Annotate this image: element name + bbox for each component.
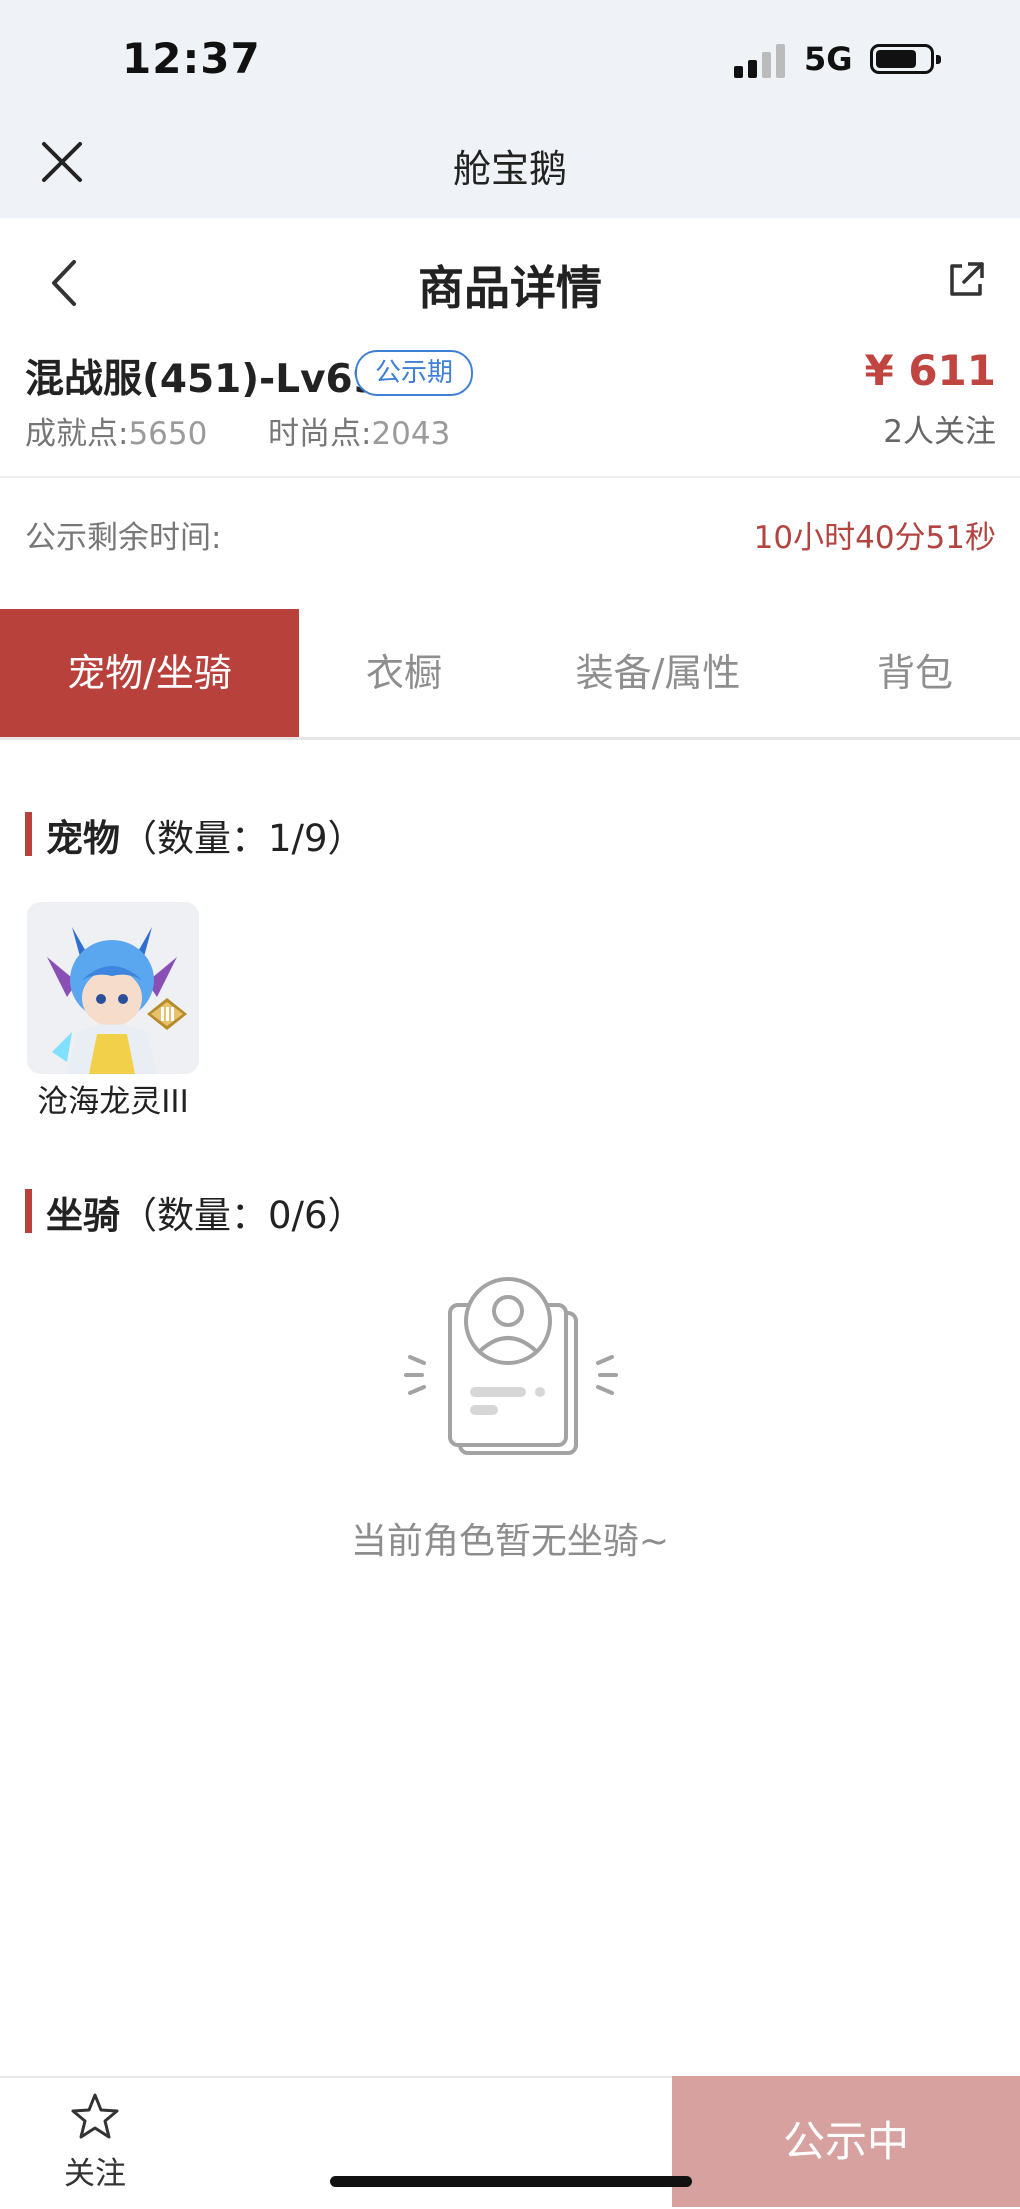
follow-button[interactable]: 关注 [50, 2092, 140, 2192]
page-title: 商品详情 [418, 261, 602, 315]
pets-section-title: 宠物（数量：1/9） [46, 808, 365, 862]
tab-equipment[interactable]: 装备/属性 [528, 609, 788, 737]
pet-name: 沧海龙灵III [37, 1084, 189, 1120]
star-icon [71, 2093, 119, 2139]
tab-bar: 宠物/坐骑 衣橱 装备/属性 背包 [0, 609, 1020, 740]
tab-wardrobe[interactable]: 衣橱 [299, 609, 509, 737]
watcher-count: 2人关注 [883, 414, 996, 450]
mounts-section-title: 坐骑（数量：0/6） [46, 1185, 365, 1239]
publicity-status-button[interactable]: 公示中 [672, 2076, 1020, 2207]
fashion-label: 时尚点: [268, 416, 372, 452]
empty-state-text: 当前角色暂无坐骑~ [350, 1521, 670, 1562]
mini-program-title: 舱宝鹅 [452, 147, 567, 191]
section-marker [25, 1189, 32, 1233]
price: ¥ 611 [864, 346, 996, 395]
pet-avatar-image [27, 902, 199, 1074]
server-level: 混战服(451)-Lv69 [25, 357, 380, 402]
home-indicator[interactable] [330, 2176, 692, 2187]
mounts-title: 坐骑 [46, 1194, 120, 1237]
fashion-value: 2043 [371, 416, 451, 452]
share-icon[interactable] [946, 260, 986, 300]
remaining-time-value: 10小时40分51秒 [753, 520, 996, 556]
follow-label: 关注 [64, 2156, 126, 2192]
fashion-points: 时尚点:2043 [268, 408, 450, 453]
status-badge: 公示期 [355, 350, 474, 396]
status-time: 12:37 [122, 34, 261, 83]
achievement-value: 5650 [128, 416, 208, 452]
network-type: 5G [804, 40, 853, 78]
pet-card[interactable] [27, 902, 199, 1074]
section-marker [25, 812, 32, 856]
achievement-points: 成就点:5650 [25, 408, 207, 453]
tab-pets-mounts[interactable]: 宠物/坐骑 [0, 609, 299, 737]
mounts-count: （数量：0/6） [120, 1194, 365, 1237]
tab-backpack[interactable]: 背包 [820, 609, 1010, 737]
achievement-label: 成就点: [25, 416, 129, 452]
empty-state-icon [404, 1277, 618, 1455]
signal-icon [734, 44, 788, 78]
battery-icon [870, 44, 941, 74]
remaining-time-label: 公示剩余时间: [25, 520, 222, 556]
pets-count: （数量：1/9） [120, 817, 365, 860]
pets-title: 宠物 [46, 817, 120, 860]
divider [0, 476, 1020, 478]
